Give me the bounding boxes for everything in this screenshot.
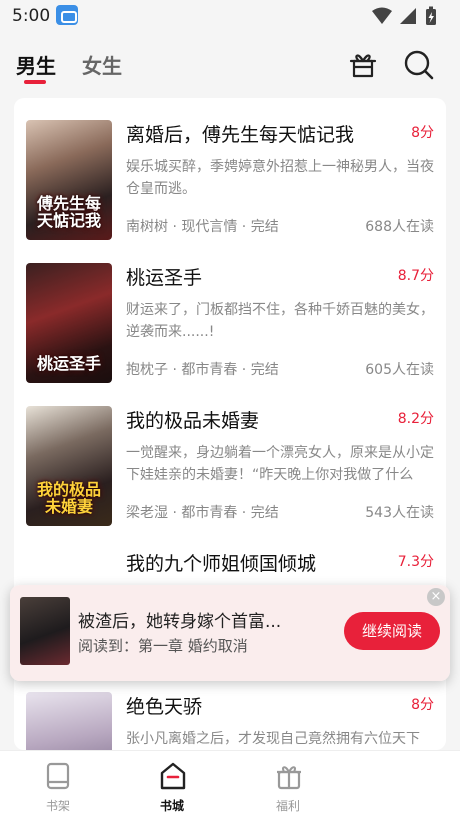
book-status: 完结: [250, 362, 279, 378]
nav-label: 书架: [45, 799, 70, 813]
book-score: 8.7分: [397, 268, 434, 284]
book-meta: 梁老湿 · 都市青春 · 完结: [126, 505, 279, 521]
nav-label: 福利: [275, 799, 300, 813]
book-score: 8分: [411, 125, 434, 141]
book-description: 财运来了，门板都挡不住，各种千娇百魅的美女，逆袭而来......!: [126, 302, 434, 340]
book-item[interactable]: 桃运圣手 桃运圣手 8.7分 财运来了，门板都挡不住，各种千娇百魅的美女，逆袭而…: [14, 241, 446, 384]
book-category: 都市青春: [181, 505, 238, 521]
book-title: 离婚后，傅先生每天惦记我: [126, 124, 355, 146]
book-item[interactable]: 绝色天骄 8分 张小凡离婚之后，才发现自己竟然拥有六位天下: [14, 670, 446, 750]
progress-label: 阅读到：: [78, 637, 139, 655]
popup-reading-progress: 阅读到：第一章 婚约取消: [78, 635, 248, 656]
nav-welfare[interactable]: 福利: [238, 751, 338, 818]
book-cover: 桃运圣手: [26, 263, 112, 383]
popup-book-title: 被渣后，她转身嫁个首富...: [78, 612, 282, 632]
continue-reading-popup[interactable]: 被渣后，她转身嫁个首富... 阅读到：第一章 婚约取消 继续阅读 ×: [10, 585, 450, 681]
cover-title: 我的极品未婚妻: [36, 480, 101, 517]
book-description: 张小凡离婚之后，才发现自己竟然拥有六位天下: [126, 731, 420, 747]
book-title: 我的极品未婚妻: [126, 410, 260, 432]
notification-app-icon: [56, 5, 78, 25]
bookstore-icon: [160, 762, 186, 790]
active-tab-indicator: [24, 80, 46, 84]
book-item[interactable]: 我的极品未婚妻 我的极品未婚妻 8.2分 一觉醒来，身边躺着一个漂亮女人，原来是…: [14, 384, 446, 527]
book-meta: 抱枕子 · 都市青春 · 完结: [126, 362, 279, 378]
bottom-nav: 书架 书城 福利: [0, 750, 460, 818]
book-item[interactable]: 傅先生每天惦记我 离婚后，傅先生每天惦记我 8分 娱乐城买醉，季娉婷意外招惹上一…: [14, 98, 446, 241]
book-status: 完结: [250, 219, 279, 235]
book-title: 绝色天骄: [126, 696, 203, 718]
system-status-icons: [372, 6, 436, 25]
book-title: 我的九个师姐倾国倾城: [126, 553, 317, 575]
tab-male[interactable]: 男生: [16, 50, 56, 79]
progress-chapter: 第一章 婚约取消: [138, 637, 248, 655]
cover-title: 傅先生每天惦记我: [36, 194, 101, 231]
gift-box-icon[interactable]: [346, 48, 380, 82]
book-status: 完结: [250, 505, 279, 521]
nav-label: 书城: [159, 799, 184, 813]
book-score: 8.2分: [397, 411, 434, 427]
search-icon[interactable]: [402, 48, 436, 82]
book-score: 7.3分: [397, 554, 434, 570]
book-category: 现代言情: [181, 219, 238, 235]
book-cover: 我的极品未婚妻: [26, 406, 112, 526]
tab-female[interactable]: 女生: [82, 50, 122, 79]
continue-reading-button[interactable]: 继续阅读: [344, 612, 440, 650]
top-header: 男生 女生: [0, 32, 460, 96]
book-meta: 南树树 · 现代言情 · 完结: [126, 219, 279, 235]
book-title: 桃运圣手: [126, 267, 203, 289]
book-author: 南树树: [126, 219, 168, 235]
book-readers: 605人在读: [365, 362, 434, 378]
book-author: 抱枕子: [126, 362, 168, 378]
book-author: 梁老湿: [126, 505, 168, 521]
bookshelf-icon: [46, 762, 70, 790]
popup-book-cover: [20, 597, 70, 665]
nav-bookshelf[interactable]: 书架: [8, 751, 108, 818]
status-time: 5:00: [12, 6, 51, 26]
book-category: 都市青春: [181, 362, 238, 378]
nav-bookstore[interactable]: 书城: [122, 751, 222, 818]
book-cover: 傅先生每天惦记我: [26, 120, 112, 240]
status-bar: 5:00: [0, 0, 460, 32]
cover-title: 桃运圣手: [36, 354, 101, 374]
book-description: 娱乐城买醉，季娉婷意外招惹上一神秘男人，当夜仓皇而逃。: [126, 159, 434, 197]
book-readers: 688人在读: [365, 219, 434, 235]
book-score: 8分: [411, 697, 434, 713]
book-cover: [26, 692, 112, 750]
close-icon[interactable]: ×: [427, 588, 445, 606]
book-readers: 543人在读: [365, 505, 434, 521]
gift-icon: [277, 766, 301, 790]
book-description: 一觉醒来，身边躺着一个漂亮女人，原来是从小定下娃娃亲的未婚妻！“昨天晚上你对我做…: [126, 445, 434, 483]
